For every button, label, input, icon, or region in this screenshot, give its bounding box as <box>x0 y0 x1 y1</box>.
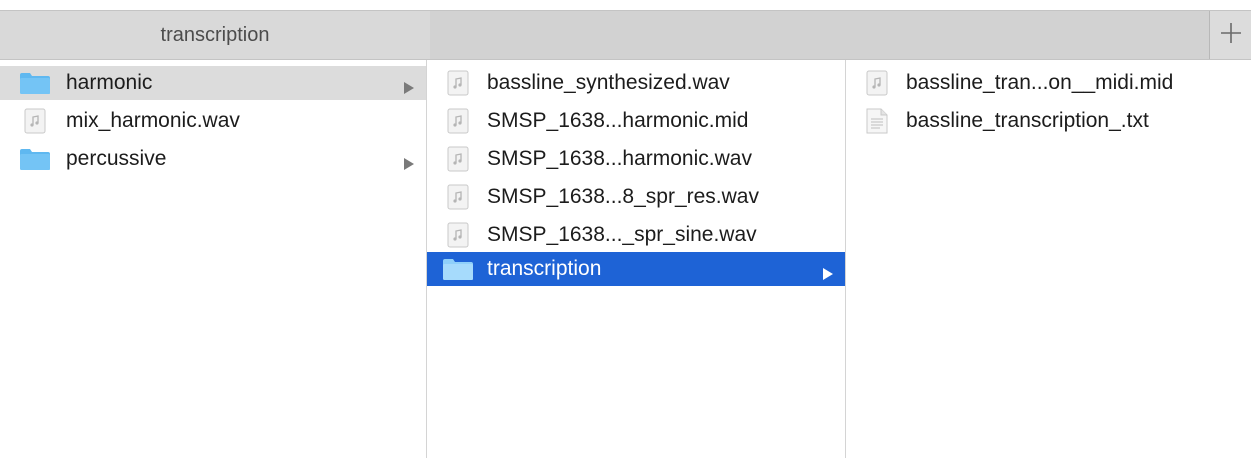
disclosure-arrow-icon <box>404 152 414 176</box>
list-item-file[interactable]: bassline_transcription_.txt <box>846 104 1251 138</box>
item-label: percussive <box>66 147 167 170</box>
audio-file-icon <box>441 107 475 135</box>
column-2: bassline_synthesized.wav SMSP_1638...har… <box>427 60 846 458</box>
tab-bar: transcription <box>0 10 1251 60</box>
list-item-file[interactable]: bassline_tran...on__midi.mid <box>846 66 1251 100</box>
folder-icon <box>18 145 52 173</box>
list-item-file[interactable]: SMSP_1638..._spr_sine.wav <box>427 218 845 252</box>
item-label: SMSP_1638...harmonic.wav <box>487 147 752 170</box>
plus-icon <box>1219 21 1243 50</box>
disclosure-arrow-icon <box>404 76 414 100</box>
column-1: harmonic mix_harmonic.wav percussive <box>0 60 427 458</box>
tab-bar-empty-area <box>430 11 1209 59</box>
audio-file-icon <box>441 69 475 97</box>
item-label: SMSP_1638...8_spr_res.wav <box>487 185 759 208</box>
item-label: harmonic <box>66 71 153 94</box>
audio-file-icon <box>441 183 475 211</box>
audio-file-icon <box>18 107 52 135</box>
item-label: bassline_synthesized.wav <box>487 71 730 94</box>
audio-file-icon <box>441 221 475 249</box>
tab-label: transcription <box>160 23 270 46</box>
list-item-file[interactable]: SMSP_1638...harmonic.wav <box>427 142 845 176</box>
item-label: mix_harmonic.wav <box>66 109 240 132</box>
list-item-file[interactable]: bassline_synthesized.wav <box>427 66 845 100</box>
list-item-mix-harmonic[interactable]: mix_harmonic.wav <box>0 104 426 138</box>
list-item-percussive[interactable]: percussive <box>0 142 426 176</box>
list-item-transcription[interactable]: transcription <box>427 252 845 286</box>
item-label: bassline_tran...on__midi.mid <box>906 71 1174 94</box>
item-label: bassline_transcription_.txt <box>906 109 1149 132</box>
audio-file-icon <box>860 69 894 97</box>
disclosure-arrow-icon <box>823 262 833 286</box>
top-strip <box>0 0 1251 10</box>
folder-icon <box>441 255 475 283</box>
audio-file-icon <box>441 145 475 173</box>
list-item-file[interactable]: SMSP_1638...8_spr_res.wav <box>427 180 845 214</box>
list-item-file[interactable]: SMSP_1638...harmonic.mid <box>427 104 845 138</box>
column-3: bassline_tran...on__midi.mid bassline_tr… <box>846 60 1251 458</box>
tab-transcription[interactable]: transcription <box>0 11 430 59</box>
list-item-harmonic[interactable]: harmonic <box>0 66 426 100</box>
folder-icon <box>18 69 52 97</box>
item-label: SMSP_1638..._spr_sine.wav <box>487 223 757 246</box>
item-label: transcription <box>487 257 602 280</box>
item-label: SMSP_1638...harmonic.mid <box>487 109 749 132</box>
new-tab-button[interactable] <box>1209 11 1251 59</box>
text-file-icon <box>860 107 894 135</box>
